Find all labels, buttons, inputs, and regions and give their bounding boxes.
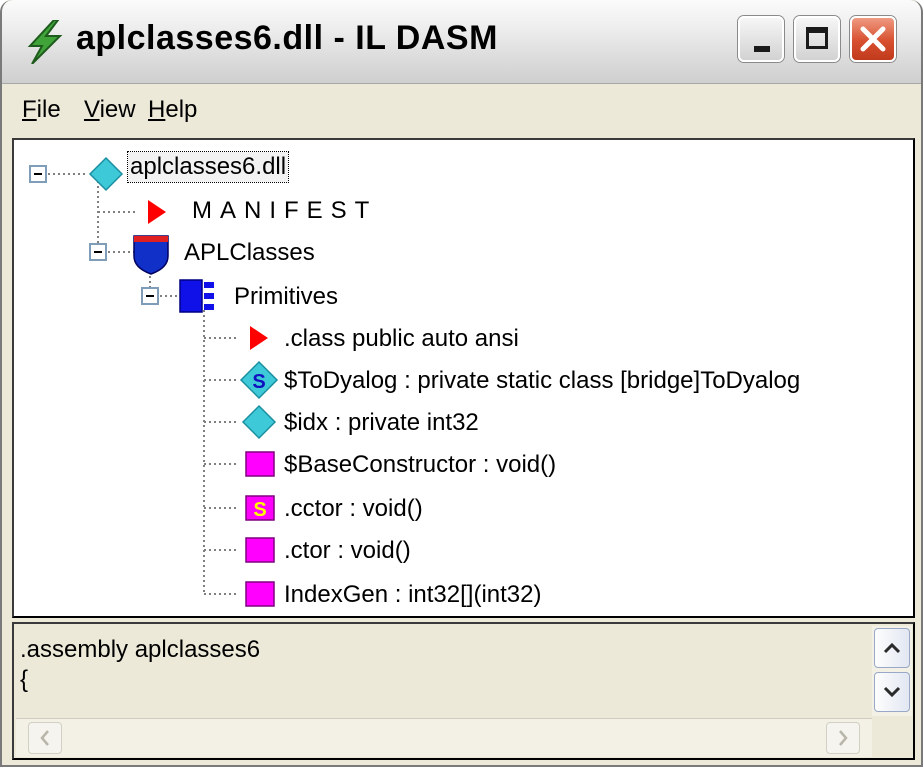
menu-help[interactable]: Help (148, 96, 197, 124)
maximize-icon (806, 27, 828, 49)
tree-node-member[interactable]: .ctor : void() (284, 536, 411, 566)
tree-node-manifest[interactable]: MANIFEST (192, 196, 377, 226)
window-title: aplclasses6.dll - IL DASM (76, 19, 498, 57)
tree-node-member[interactable]: $ToDyalog : private static class [bridge… (284, 366, 800, 396)
disassembly-line: .assembly aplclasses6 (20, 636, 261, 663)
tree-node-member[interactable]: .class public auto ansi (284, 324, 519, 354)
close-icon (860, 26, 886, 52)
static-field-icon: S (239, 360, 279, 400)
tree-node-member[interactable]: $BaseConstructor : void() (284, 450, 556, 480)
tree-node-member[interactable]: $idx : private int32 (284, 408, 479, 438)
chevron-left-icon (40, 730, 49, 746)
collapse-class-toggle[interactable] (141, 287, 159, 305)
collapse-root-toggle[interactable] (29, 165, 47, 183)
namespace-shield-icon (133, 235, 169, 275)
close-button[interactable] (850, 16, 896, 62)
method-icon (245, 451, 275, 477)
scroll-up-button[interactable] (874, 628, 910, 668)
class-icon (179, 279, 214, 313)
field-diamond-icon (241, 404, 277, 440)
vertical-scrollbar[interactable] (872, 626, 912, 716)
menu-view[interactable]: View (84, 96, 136, 124)
tree-node-class[interactable]: Primitives (234, 282, 338, 312)
tree-node-assembly[interactable]: aplclasses6.dll (126, 151, 290, 183)
tree-node-member[interactable]: IndexGen : int32[](int32) (284, 580, 541, 610)
size-grip (872, 718, 912, 758)
disassembly-line: { (20, 666, 29, 693)
disassembly-pane: .assembly aplclasses6 { (12, 622, 915, 760)
minimize-button[interactable] (738, 16, 784, 62)
collapse-namespace-toggle[interactable] (89, 243, 107, 261)
menu-bar: File View Help (2, 86, 921, 134)
scroll-left-button[interactable] (28, 722, 62, 754)
scroll-down-button[interactable] (874, 672, 910, 712)
horizontal-scrollbar[interactable] (16, 718, 872, 757)
tree-node-namespace[interactable]: APLClasses (184, 238, 315, 268)
chevron-right-icon (839, 730, 848, 746)
svg-text:S: S (253, 499, 266, 521)
chevron-down-icon (883, 686, 901, 698)
svg-text:S: S (252, 371, 265, 393)
method-icon (245, 581, 275, 607)
title-bar[interactable]: aplclasses6.dll - IL DASM (2, 0, 921, 84)
static-method-icon: S (245, 495, 275, 521)
scroll-right-button[interactable] (826, 722, 860, 754)
menu-file[interactable]: File (22, 96, 61, 124)
maximize-button[interactable] (794, 16, 840, 62)
red-triangle-icon (250, 326, 268, 350)
method-icon (245, 537, 275, 563)
tree-view[interactable]: S S aplclasses6.dll MANIFEST APLClasses … (12, 138, 915, 618)
minimize-icon (754, 46, 770, 52)
lightning-bolt-icon (27, 20, 63, 64)
chevron-up-icon (883, 642, 901, 654)
assembly-diamond-icon (88, 156, 124, 192)
tree-node-member[interactable]: .cctor : void() (284, 494, 423, 524)
disassembly-text[interactable]: .assembly aplclasses6 { (16, 626, 870, 716)
il-dasm-window: aplclasses6.dll - IL DASM File View Help (0, 0, 923, 767)
red-triangle-icon (148, 200, 166, 224)
